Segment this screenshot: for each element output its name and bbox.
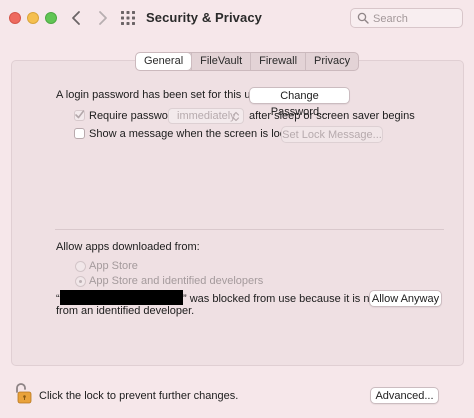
chevron-updown-icon	[232, 111, 240, 122]
tab-filevault[interactable]: FileVault	[191, 53, 250, 70]
login-password-text: A login password has been set for this u…	[56, 89, 266, 101]
unlocked-padlock-icon	[16, 383, 32, 404]
change-password-button[interactable]: Change Password...	[249, 87, 350, 118]
lock-button[interactable]	[14, 382, 32, 404]
back-button[interactable]	[68, 9, 86, 27]
blocked-message-line1: ” was blocked from use because it is not	[183, 293, 379, 305]
minimize-button[interactable]	[27, 12, 39, 24]
forward-arrow-icon	[99, 11, 107, 25]
zoom-button[interactable]	[45, 12, 57, 24]
tab-privacy[interactable]: Privacy	[305, 53, 358, 70]
require-password-popup[interactable]: immediately	[168, 108, 244, 124]
title-bar: Security & Privacy	[0, 0, 474, 36]
radio-app-store-label: App Store	[89, 260, 138, 272]
show-message-checkbox[interactable]	[74, 128, 85, 139]
close-button[interactable]	[9, 12, 21, 24]
search-input[interactable]	[371, 10, 463, 28]
tab-firewall[interactable]: Firewall	[250, 53, 305, 70]
search-field[interactable]	[350, 8, 463, 28]
content-panel	[11, 60, 464, 366]
advanced-button[interactable]: Advanced...	[370, 387, 439, 404]
tab-bar: General FileVault Firewall Privacy	[135, 52, 360, 71]
window-title: Security & Privacy	[146, 10, 262, 25]
section-divider	[55, 229, 444, 230]
search-icon	[357, 12, 369, 24]
radio-app-store[interactable]	[75, 261, 86, 272]
tab-general[interactable]: General	[136, 53, 192, 70]
show-message-label: Show a message when the screen is locked	[89, 128, 304, 140]
redacted-app-name	[60, 290, 183, 305]
grid-icon	[121, 11, 135, 25]
checkmark-icon	[75, 110, 85, 119]
require-password-checkbox[interactable]	[74, 110, 85, 121]
allow-anyway-button[interactable]: Allow Anyway	[369, 290, 442, 307]
back-arrow-icon	[72, 11, 80, 25]
blocked-message-line2: from an identified developer.	[56, 305, 195, 317]
forward-button[interactable]	[93, 9, 111, 27]
lock-hint-text: Click the lock to prevent further change…	[39, 390, 239, 402]
require-password-label: Require password	[89, 110, 178, 122]
radio-app-store-identified[interactable]	[75, 276, 86, 287]
allow-apps-heading: Allow apps downloaded from:	[56, 241, 200, 253]
after-sleep-text: after sleep or screen saver begins	[249, 110, 415, 122]
radio-app-store-identified-label: App Store and identified developers	[89, 275, 264, 287]
set-lock-message-button[interactable]: Set Lock Message...	[281, 126, 383, 143]
require-password-value: immediately	[177, 110, 236, 122]
show-all-button[interactable]	[121, 11, 135, 25]
